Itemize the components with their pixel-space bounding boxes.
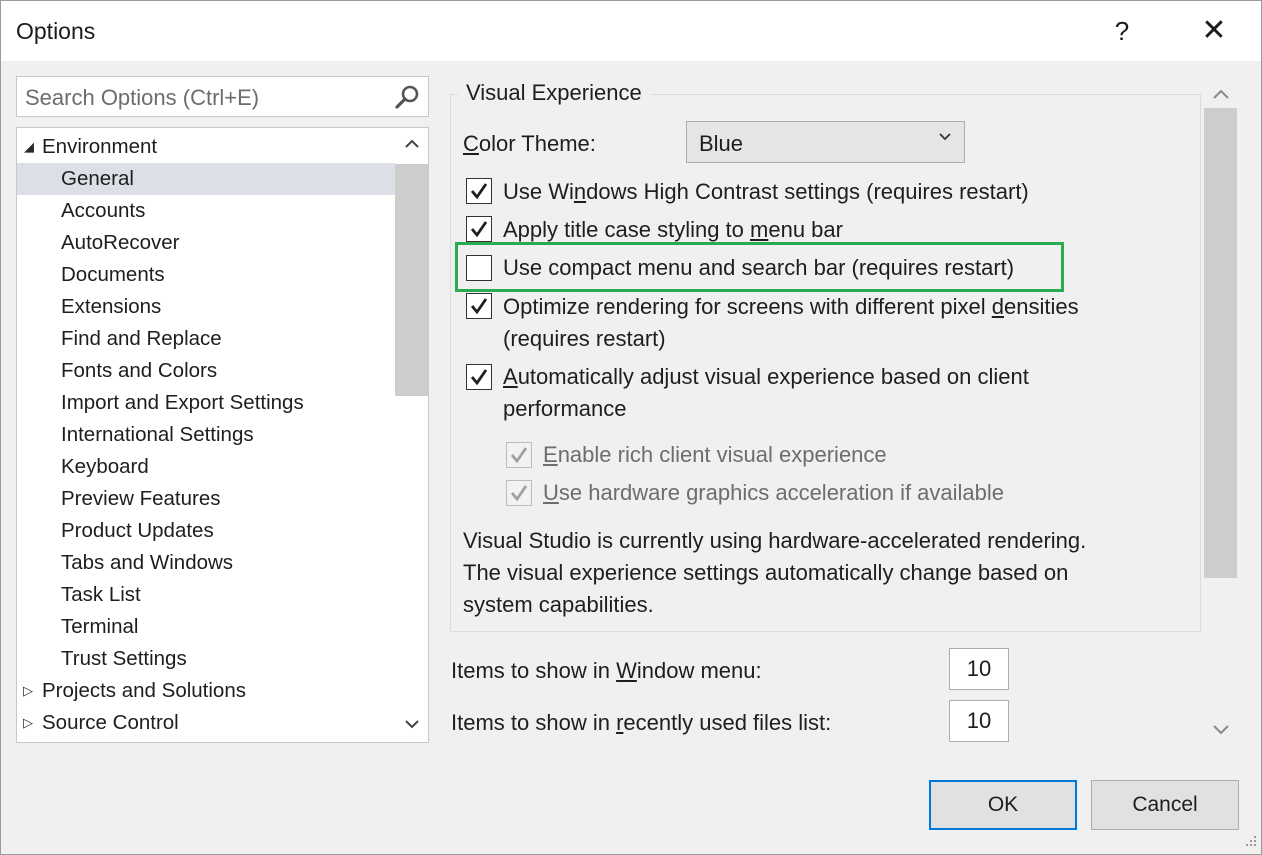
optimize-rendering-label[interactable]: Optimize rendering for screens with diff… [503,294,1079,320]
dialog-title: Options [16,18,96,44]
tree-item-trust-settings[interactable]: Trust Settings [17,643,395,675]
tree-item-keyboard[interactable]: Keyboard [17,451,395,483]
collapsed-triangle-icon[interactable]: ▷ [23,707,33,739]
tree-item-label: Product Updates [61,519,214,542]
tree-item-label: Find and Replace [61,327,222,350]
help-button[interactable]: ? [1102,13,1142,49]
tree-item-label: Accounts [61,199,146,222]
color-theme-select[interactable]: Blue [686,121,965,163]
checkmark-icon [470,221,488,238]
checkmark-icon [510,447,528,464]
expanded-triangle-icon[interactable]: ◢ [24,131,34,163]
auto-adjust-label[interactable]: Automatically adjust visual experience b… [503,364,1029,390]
tree-item-label: Extensions [61,295,162,318]
options-dialog: Options ? ✕ Search Options (Ctrl+E) ◢ En… [0,0,1262,855]
tree-item-environment[interactable]: ◢ Environment [17,131,395,163]
tree-item-label: Trust Settings [61,647,187,670]
tree-item-preview-features[interactable]: Preview Features [17,483,395,515]
search-placeholder: Search Options (Ctrl+E) [25,85,260,110]
scroll-up-chevron-icon[interactable] [395,136,428,154]
rich-client-checkbox[interactable] [506,442,532,468]
group-title: Visual Experience [458,80,650,106]
tree-item-source-control[interactable]: ▷ Source Control [17,707,395,739]
tree-item-label: International Settings [61,423,254,446]
settings-scrollbar-thumb[interactable] [1204,108,1237,578]
tree-item-extensions[interactable]: Extensions [17,291,395,323]
high-contrast-label[interactable]: Use Windows High Contrast settings (requ… [503,179,1029,205]
tree-item-terminal[interactable]: Terminal [17,611,395,643]
tree-scrollbar-thumb[interactable] [395,164,428,396]
tree-item-import-export[interactable]: Import and Export Settings [17,387,395,419]
scroll-up-chevron-icon[interactable] [1204,83,1237,104]
compact-menu-checkbox[interactable] [466,255,492,281]
tree-item-label: Import and Export Settings [61,391,304,414]
resize-grip-icon[interactable] [1239,831,1259,851]
close-button[interactable]: ✕ [1194,13,1234,49]
tree-item-product-updates[interactable]: Product Updates [17,515,395,547]
search-options-input[interactable]: Search Options (Ctrl+E) [16,76,429,117]
tree-item-documents[interactable]: Documents [17,259,395,291]
optimize-rendering-label-line2: (requires restart) [503,326,666,351]
checkmark-icon [470,183,488,200]
tree-item-label: Preview Features [61,487,221,510]
recent-files-count-input[interactable]: 10 [949,700,1009,742]
tree-item-label: Fonts and Colors [61,359,218,382]
tree-item-label: Source Control [42,711,179,734]
tree-scrollbar[interactable] [395,128,428,742]
scroll-down-chevron-icon[interactable] [1204,719,1237,740]
search-icon [395,85,419,109]
color-theme-label: Color Theme: [463,131,596,156]
auto-adjust-checkbox[interactable] [466,364,492,390]
window-menu-label: Items to show in Window menu: [451,658,762,683]
rich-client-label[interactable]: Enable rich client visual experience [543,442,887,468]
options-tree[interactable]: ◢ Environment General Accounts AutoRecov… [16,127,429,743]
tree-item-projects-and-solutions[interactable]: ▷ Projects and Solutions [17,675,395,707]
checkmark-icon [470,369,488,386]
hw-accel-label[interactable]: Use hardware graphics acceleration if av… [543,480,1004,506]
cancel-button[interactable]: Cancel [1091,780,1239,830]
tree-item-label: AutoRecover [61,231,180,254]
tree-item-find-and-replace[interactable]: Find and Replace [17,323,395,355]
tree-item-tabs-and-windows[interactable]: Tabs and Windows [17,547,395,579]
title-case-checkbox[interactable] [466,216,492,242]
tree-item-accounts[interactable]: Accounts [17,195,395,227]
tree-item-general[interactable]: General [17,163,395,195]
info-text-line3: system capabilities. [463,592,654,617]
ok-button[interactable]: OK [929,780,1077,830]
optimize-rendering-checkbox[interactable] [466,293,492,319]
info-text-line1: Visual Studio is currently using hardwar… [463,528,1087,553]
tree-item-label: Environment [42,135,158,158]
high-contrast-checkbox[interactable] [466,178,492,204]
auto-adjust-label-line2: performance [503,396,627,421]
title-case-label[interactable]: Apply title case styling to menu bar [503,217,843,243]
tree-item-fonts-and-colors[interactable]: Fonts and Colors [17,355,395,387]
window-menu-count-input[interactable]: 10 [949,648,1009,690]
tree-item-label: Documents [61,263,165,286]
tree-item-label: Keyboard [61,455,149,478]
tree-item-label: Tabs and Windows [61,551,234,574]
settings-scrollbar[interactable] [1204,79,1237,743]
recent-files-label: Items to show in recently used files lis… [451,710,832,735]
tree-item-label: Projects and Solutions [42,679,246,702]
tree-item-label: General [61,167,134,190]
chevron-down-icon [939,133,951,141]
tree-item-autorecover[interactable]: AutoRecover [17,227,395,259]
tree-item-label: Terminal [61,615,139,638]
title-bar: Options ? ✕ [1,1,1261,61]
tree-item-international[interactable]: International Settings [17,419,395,451]
checkmark-icon [510,485,528,502]
collapsed-triangle-icon[interactable]: ▷ [23,675,33,707]
info-text-line2: The visual experience settings automatic… [463,560,1069,585]
color-theme-value: Blue [699,131,744,156]
scroll-down-chevron-icon[interactable] [395,716,428,734]
tree-item-task-list[interactable]: Task List [17,579,395,611]
tree-item-label: Task List [61,583,141,606]
compact-menu-label[interactable]: Use compact menu and search bar (require… [503,255,1014,281]
hw-accel-checkbox[interactable] [506,480,532,506]
checkmark-icon [470,298,488,315]
